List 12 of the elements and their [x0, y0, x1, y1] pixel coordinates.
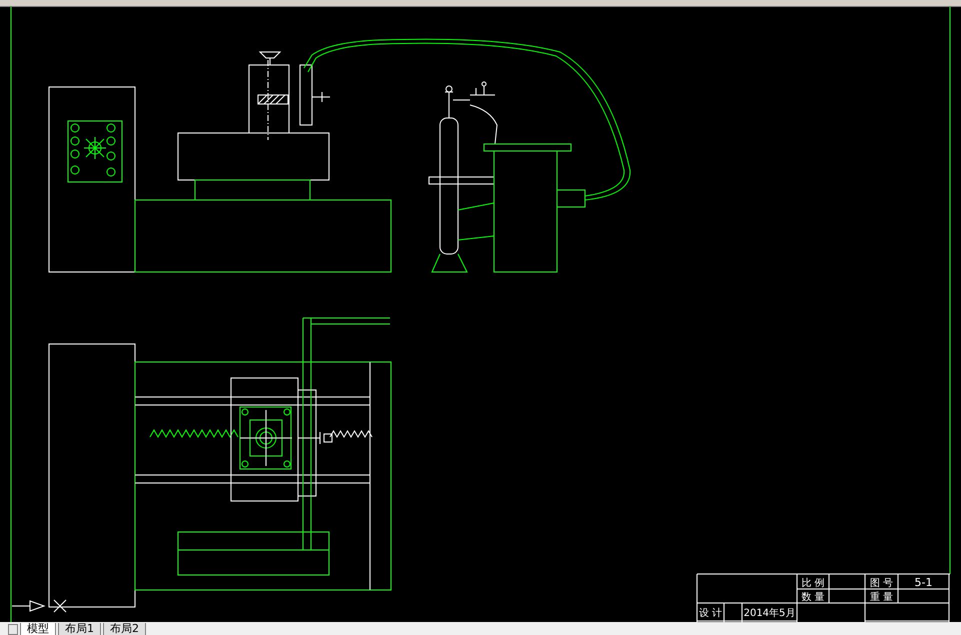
title-block-label: 图 号 — [870, 578, 894, 589]
title-block-label: 设 计 — [698, 608, 722, 619]
title-block-label: 比 例 — [801, 578, 825, 589]
title-block-value: 2014年5月 — [744, 608, 796, 619]
layout-tab[interactable]: 模型 — [20, 623, 56, 635]
title-block-label: 数 量 — [801, 592, 825, 603]
ucs-axis-icon — [12, 600, 66, 612]
layout-tab[interactable]: 布局1 — [58, 623, 101, 635]
title-block-label: 重 量 — [870, 592, 894, 603]
layout-tab[interactable]: 布局2 — [103, 623, 146, 635]
title-block-value: 5-1 — [914, 576, 932, 589]
tab-scroll-icon[interactable] — [8, 624, 18, 635]
